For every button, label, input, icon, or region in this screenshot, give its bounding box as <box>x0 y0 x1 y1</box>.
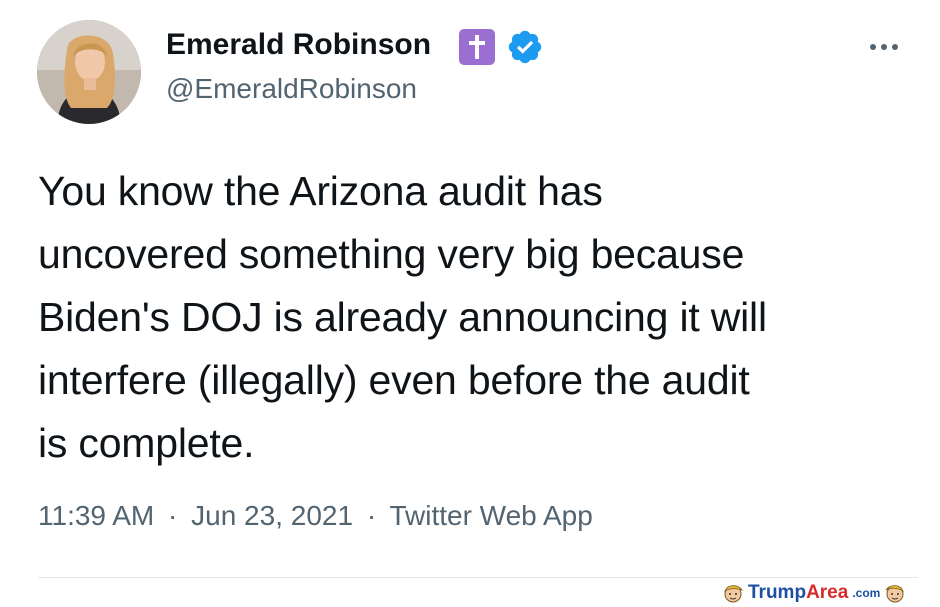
meta-separator: · <box>168 500 178 531</box>
watermark-text: TrumpArea <box>748 582 849 603</box>
avatar[interactable] <box>37 20 141 124</box>
tweet-time[interactable]: 11:39 AM <box>38 500 154 531</box>
tweet-text-line: uncovered something very big because <box>38 231 745 277</box>
more-horizontal-icon[interactable] <box>860 35 908 59</box>
tweet-card: Emerald Robinson @EmeraldRobinson You kn… <box>0 0 940 607</box>
tweet-date[interactable]: Jun 23, 2021 <box>191 500 353 531</box>
divider <box>38 577 918 578</box>
tweet-text: You know the Arizona audit has uncovered… <box>38 160 918 475</box>
watermark-face-icon <box>885 585 905 603</box>
verified-checkmark-icon <box>506 28 544 66</box>
watermark-face-icon <box>724 585 744 603</box>
meta-separator: · <box>366 500 377 531</box>
author-handle[interactable]: @EmeraldRobinson <box>166 73 417 105</box>
tweet-text-line: You know the Arizona audit has <box>38 168 603 214</box>
watermark-logo: TrumpArea .com <box>722 581 906 605</box>
watermark-domain: .com <box>852 586 881 600</box>
tweet-meta: 11:39 AM · Jun 23, 2021 · Twitter Web Ap… <box>38 500 593 532</box>
tweet-source[interactable]: Twitter Web App <box>389 500 592 531</box>
tweet-text-line: interfere (illegally) even before the au… <box>38 357 750 403</box>
avatar-image <box>37 20 141 124</box>
author-display-name[interactable]: Emerald Robinson <box>166 28 431 62</box>
tweet-text-line: Biden's DOJ is already announcing it wil… <box>38 294 767 340</box>
latin-cross-icon <box>459 29 495 65</box>
tweet-text-line: is complete. <box>38 420 255 466</box>
